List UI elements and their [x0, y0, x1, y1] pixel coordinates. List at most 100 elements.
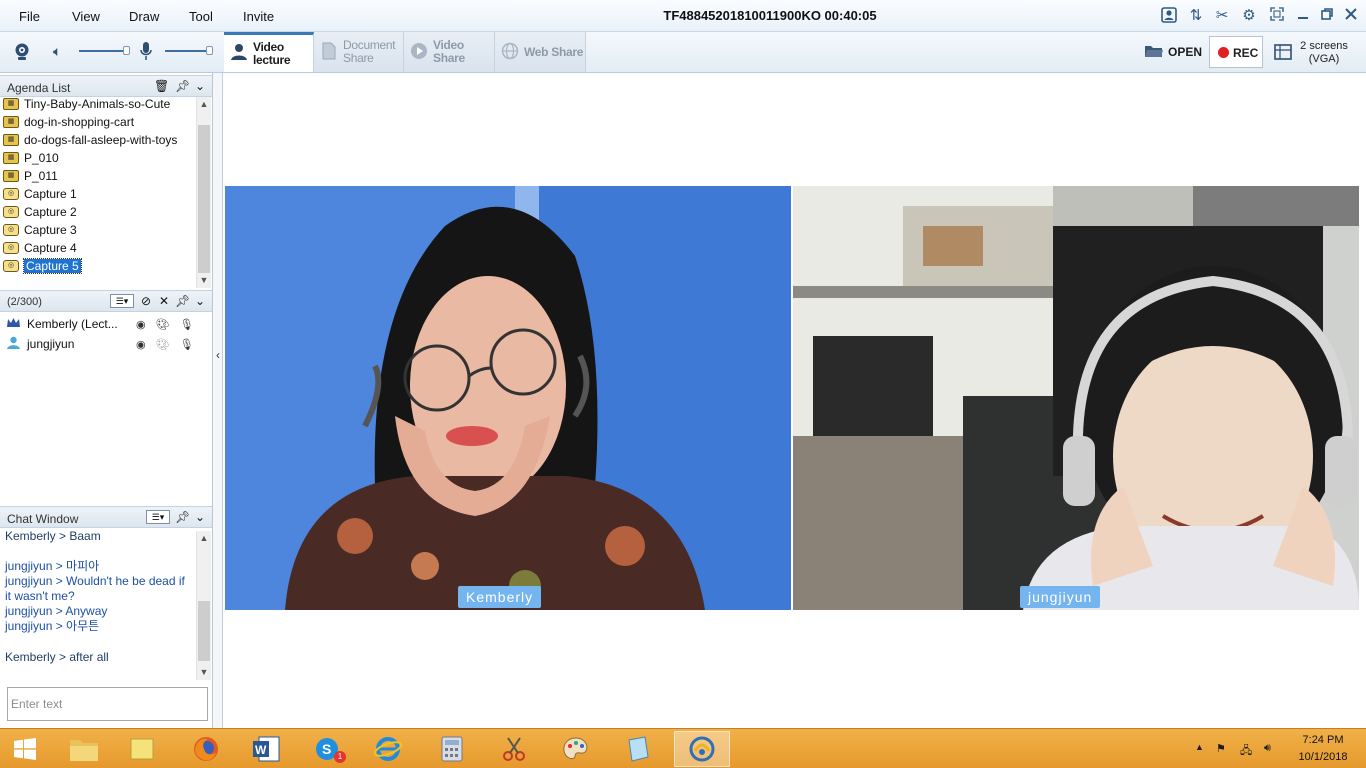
menu-file[interactable]: File: [19, 9, 40, 24]
minimize-icon[interactable]: [1294, 7, 1312, 25]
scroll-up-icon[interactable]: ▲: [197, 531, 211, 545]
rec-button[interactable]: REC: [1209, 36, 1263, 68]
tab-video-share[interactable]: Video Share: [404, 32, 495, 72]
agenda-item[interactable]: ◎ Capture 1: [3, 185, 77, 203]
pin-icon[interactable]: 📌︎: [175, 294, 190, 308]
screen-mode[interactable]: 2 screens (VGA): [1296, 40, 1352, 66]
flag-alert-icon[interactable]: ⚑: [1216, 742, 1226, 755]
menu-view[interactable]: View: [72, 9, 100, 24]
menu-draw[interactable]: Draw: [129, 9, 159, 24]
network-icon[interactable]: 🖧︎: [1240, 742, 1252, 761]
agenda-item-label: Capture 4: [24, 241, 77, 255]
palette-icon[interactable]: 🎨︎: [156, 318, 170, 331]
mic-volume-slider[interactable]: [165, 46, 213, 55]
video-tile-lecturer[interactable]: Kemberly: [225, 186, 791, 610]
menu-tool[interactable]: Tool: [189, 9, 213, 24]
participant-row[interactable]: Kemberly (Lect... ◉ 🎨︎ 🎙︎: [6, 315, 206, 333]
scroll-down-icon[interactable]: ▼: [197, 665, 211, 679]
lecturer-icon: [230, 43, 248, 64]
image-file-icon: ▦: [3, 116, 19, 128]
webcam-icon[interactable]: [12, 42, 32, 65]
fullscreen-icon[interactable]: [1268, 7, 1286, 25]
clock-date[interactable]: 10/1/2018: [1294, 751, 1352, 763]
mic-volume-knob[interactable]: [206, 46, 213, 55]
agenda-item[interactable]: ▦ P_011: [3, 167, 58, 185]
user-profile-icon[interactable]: [1160, 7, 1178, 25]
agenda-item[interactable]: ◎ Capture 4: [3, 239, 77, 257]
trash-icon[interactable]: 🗑︎: [154, 79, 169, 93]
scissors-icon: [503, 737, 525, 761]
close-icon[interactable]: [1342, 7, 1360, 25]
taskbar-notepad[interactable]: [612, 731, 664, 767]
swap-icon[interactable]: ⇅: [1187, 7, 1205, 25]
pin-icon[interactable]: 📌︎: [175, 510, 190, 524]
chevron-down-icon[interactable]: ⌄: [193, 294, 207, 308]
tab-document-share[interactable]: Document Share: [314, 32, 404, 72]
chat-scrollbar[interactable]: ▲ ▼: [196, 531, 211, 680]
taskbar-file-explorer[interactable]: [58, 731, 110, 767]
agenda-item[interactable]: ▦ Tiny-Baby-Animals-so-Cute: [3, 95, 170, 113]
clock-time[interactable]: 7:24 PM: [1300, 734, 1346, 746]
taskbar-snipping-tool[interactable]: [488, 731, 540, 767]
volume-icon[interactable]: 🔊︎: [1264, 742, 1271, 755]
taskbar-firefox[interactable]: [180, 731, 232, 767]
pin-icon[interactable]: 📌︎: [175, 79, 190, 93]
image-file-icon: ▦: [3, 170, 19, 182]
speaker-volume-slider[interactable]: [79, 46, 130, 55]
chat-menu-icon[interactable]: ☰▾: [146, 510, 170, 524]
scroll-down-icon[interactable]: ▼: [197, 273, 211, 287]
mic-status-icon[interactable]: 🎙︎: [180, 338, 194, 351]
agenda-scrollbar[interactable]: ▲ ▼: [196, 97, 211, 288]
webcam-status-icon[interactable]: ◉: [136, 318, 146, 331]
chat-input[interactable]: [7, 687, 208, 721]
participant-row[interactable]: jungjiyun ◉ 🎨︎ 🎙︎: [6, 335, 206, 353]
scroll-up-icon[interactable]: ▲: [197, 97, 211, 111]
restore-icon[interactable]: [1318, 7, 1336, 25]
screen-layout-icon[interactable]: [1274, 44, 1292, 63]
microphone-icon[interactable]: [140, 41, 152, 64]
word-icon: W: [253, 736, 280, 762]
camera-icon: ◎: [3, 260, 19, 272]
agenda-item[interactable]: ▦ do-dogs-fall-asleep-with-toys: [3, 131, 177, 149]
tray-expand-icon[interactable]: ▲: [1195, 742, 1204, 752]
webcam-status-icon[interactable]: ◉: [136, 338, 146, 351]
taskbar-skype[interactable]: S 1: [302, 731, 354, 767]
taskbar-calculator[interactable]: [426, 731, 478, 767]
menu-invite[interactable]: Invite: [243, 9, 274, 24]
agenda-item[interactable]: ◎ Capture 3: [3, 221, 77, 239]
mic-off-icon[interactable]: ✕: [157, 294, 171, 308]
participant-name: jungjiyun: [27, 337, 75, 351]
agenda-item[interactable]: ▦ P_010: [3, 149, 59, 167]
tools-icon[interactable]: ✂: [1213, 7, 1231, 25]
video-tile-student[interactable]: jungjiyun: [793, 186, 1359, 610]
taskbar-sticky-notes[interactable]: [116, 731, 168, 767]
start-button[interactable]: [0, 731, 50, 767]
chevron-down-icon[interactable]: ⌄: [193, 510, 207, 524]
agenda-scroll-thumb[interactable]: [198, 125, 210, 273]
speaker-icon[interactable]: 🔈︎: [53, 43, 61, 60]
camera-icon: ◎: [3, 224, 19, 236]
tab-web-share[interactable]: Web Share: [495, 32, 586, 72]
chat-header: Chat Window ☰▾ 📌︎ ⌄: [0, 506, 212, 528]
chat-scroll-thumb[interactable]: [198, 601, 210, 661]
list-menu-icon[interactable]: ☰▾: [110, 294, 134, 308]
agenda-item[interactable]: ◎ Capture 5: [3, 257, 82, 275]
mic-status-icon[interactable]: 🎙︎: [180, 318, 194, 331]
participant-count: (2/300): [7, 296, 42, 308]
taskbar-paint[interactable]: [550, 731, 602, 767]
taskbar-internet-explorer[interactable]: [362, 731, 414, 767]
camera-off-icon[interactable]: ⊘: [139, 294, 153, 308]
agenda-item[interactable]: ▦ dog-in-shopping-cart: [3, 113, 134, 131]
gear-icon[interactable]: ⚙: [1240, 7, 1258, 25]
palette-icon[interactable]: 🎨︎: [156, 338, 170, 351]
panel-collapse-handle[interactable]: ‹: [213, 73, 223, 728]
tab-video-lecture[interactable]: Video lecture: [224, 32, 314, 72]
taskbar-word[interactable]: W: [240, 731, 292, 767]
chevron-down-icon[interactable]: ⌄: [193, 79, 207, 93]
agenda-item[interactable]: ◎ Capture 2: [3, 203, 77, 221]
agenda-header: Agenda List 🗑︎ 📌︎ ⌄: [0, 75, 212, 97]
taskbar-classroom-app[interactable]: [674, 731, 730, 767]
speaker-volume-knob[interactable]: [123, 46, 130, 55]
chevron-left-icon[interactable]: ‹: [213, 348, 223, 362]
open-button[interactable]: OPEN: [1168, 45, 1202, 59]
